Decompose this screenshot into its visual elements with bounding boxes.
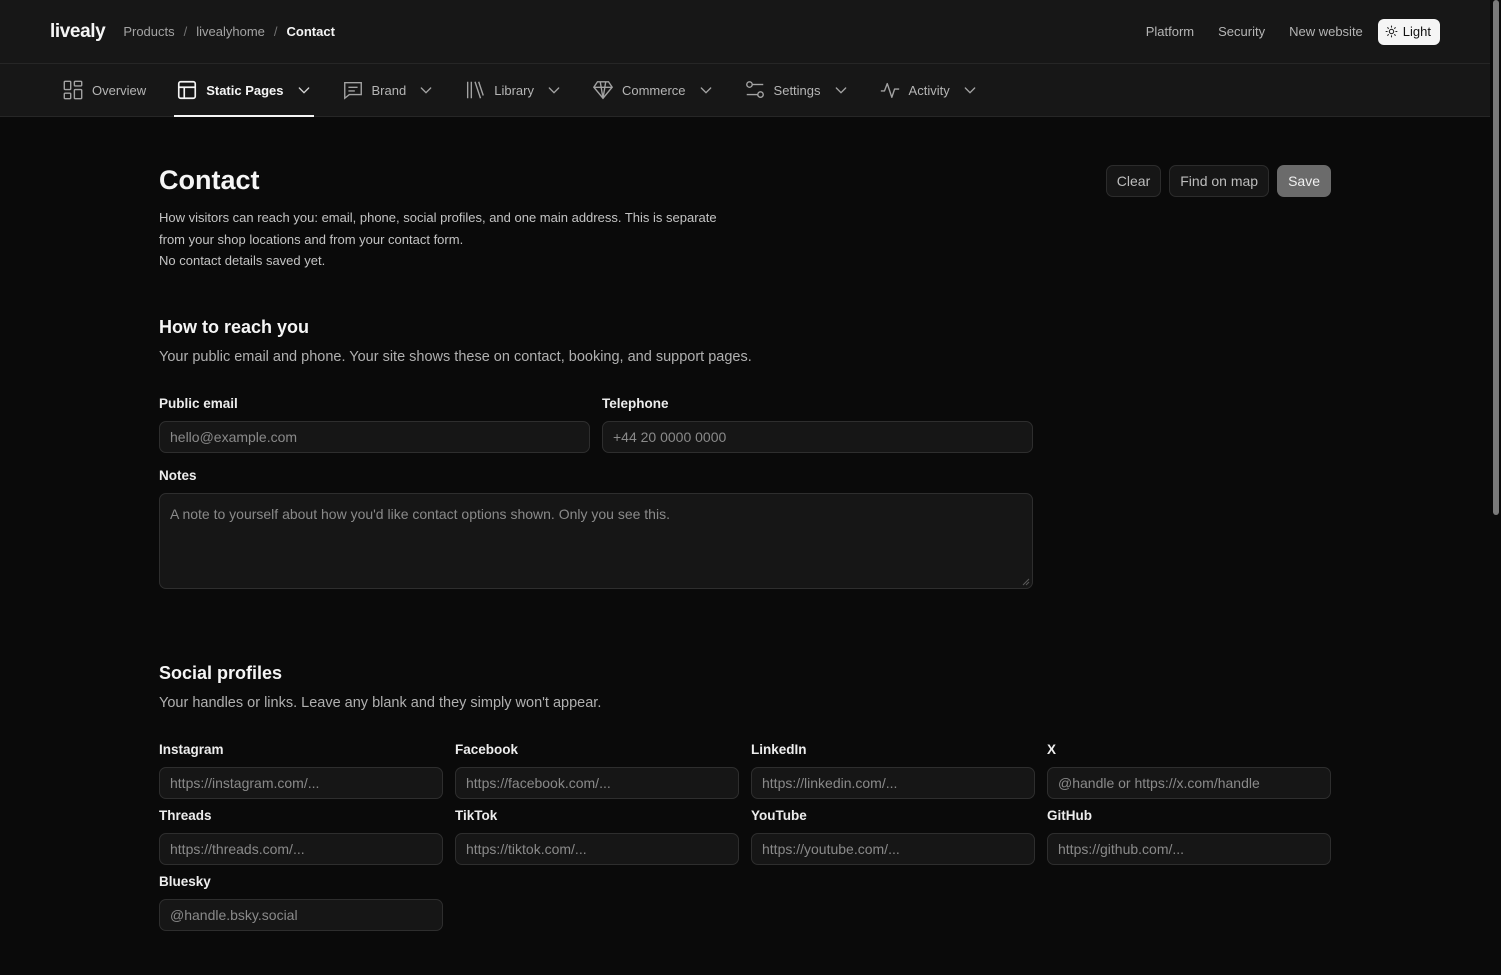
app-logo[interactable]: livealy bbox=[50, 21, 106, 43]
threads-label: Threads bbox=[159, 808, 212, 823]
page-description: How visitors can reach you: email, phone… bbox=[159, 207, 739, 272]
github-field-group: GitHub https://github.com/... bbox=[1047, 808, 1331, 865]
chevron-down-icon bbox=[700, 87, 711, 94]
diamond-icon bbox=[592, 81, 613, 100]
email-label: Public email bbox=[159, 396, 238, 411]
notes-label: Notes bbox=[159, 468, 197, 483]
github-field[interactable]: https://github.com/... bbox=[1047, 833, 1331, 865]
top-bar: livealy Products / livealyhome / Contact… bbox=[0, 0, 1490, 64]
telephone-field[interactable]: +44 20 0000 0000 bbox=[602, 421, 1033, 453]
chevron-down-icon bbox=[835, 87, 846, 94]
tab-label: Library bbox=[494, 82, 534, 98]
email-field-group: Public email hello@example.com bbox=[159, 396, 590, 453]
notes-textarea[interactable]: A note to yourself about how you'd like … bbox=[159, 493, 1033, 589]
bluesky-field[interactable]: @handle.bsky.social bbox=[159, 899, 443, 931]
facebook-label: Facebook bbox=[455, 742, 519, 757]
bluesky-label: Bluesky bbox=[159, 874, 211, 889]
tab-settings[interactable]: Settings bbox=[744, 64, 849, 116]
linkedin-field-group: LinkedIn https://linkedin.com/... bbox=[751, 742, 1035, 799]
youtube-label: YouTube bbox=[751, 808, 807, 823]
facebook-field-group: Facebook https://facebook.com/... bbox=[455, 742, 739, 799]
telephone-field-group: Telephone +44 20 0000 0000 bbox=[602, 396, 1033, 453]
resize-grip-icon[interactable] bbox=[1022, 578, 1030, 586]
top-nav: Platform Security New website Light bbox=[1146, 18, 1440, 45]
breadcrumb-separator: / bbox=[183, 24, 188, 39]
page-description-text: How visitors can reach you: email, phone… bbox=[159, 210, 717, 247]
facebook-field[interactable]: https://facebook.com/... bbox=[455, 767, 739, 799]
books-icon bbox=[467, 81, 485, 99]
layout-icon bbox=[178, 80, 197, 100]
chevron-down-icon bbox=[548, 87, 560, 94]
tab-label: Settings bbox=[773, 82, 821, 98]
scrollbar-thumb[interactable] bbox=[1493, 0, 1499, 515]
nav-security-link[interactable]: Security bbox=[1218, 24, 1265, 39]
section-title: Social profiles bbox=[159, 663, 283, 683]
section-description: Your handles or links. Leave any blank a… bbox=[159, 695, 602, 711]
tab-label: Static Pages bbox=[206, 82, 284, 98]
email-field[interactable]: hello@example.com bbox=[159, 421, 590, 453]
find-on-map-button[interactable]: Find on map bbox=[1169, 165, 1270, 197]
instagram-label: Instagram bbox=[159, 742, 224, 757]
chevron-down-icon bbox=[420, 87, 432, 94]
sun-icon bbox=[1385, 25, 1398, 38]
tab-overview[interactable]: Overview bbox=[62, 64, 146, 116]
tab-label: Activity bbox=[908, 82, 950, 98]
page-title: Contact bbox=[159, 165, 260, 195]
reach-section: How to reach you Your public email and p… bbox=[159, 317, 1033, 589]
nav-platform-link[interactable]: Platform bbox=[1146, 24, 1194, 39]
instagram-field[interactable]: https://instagram.com/... bbox=[159, 767, 443, 799]
tab-activity[interactable]: Activity bbox=[879, 64, 978, 116]
theme-toggle-label: Light bbox=[1402, 24, 1431, 39]
social-section: Social profiles Your handles or links. L… bbox=[159, 663, 1331, 931]
page-header: Contact How visitors can reach you: emai… bbox=[159, 117, 1331, 307]
notes-placeholder: A note to yourself about how you'd like … bbox=[170, 506, 670, 522]
tab-static-pages[interactable]: Static Pages bbox=[174, 64, 314, 117]
breadcrumb-site[interactable]: livealyhome bbox=[196, 24, 265, 39]
tab-brand[interactable]: Brand bbox=[342, 64, 435, 116]
tab-label: Commerce bbox=[621, 82, 686, 98]
message-lines-icon bbox=[343, 81, 362, 100]
telephone-label: Telephone bbox=[602, 396, 669, 411]
sliders-icon bbox=[745, 81, 764, 99]
github-label: GitHub bbox=[1047, 808, 1092, 823]
instagram-field-group: Instagram https://instagram.com/... bbox=[159, 742, 443, 799]
save-button[interactable]: Save bbox=[1277, 165, 1331, 197]
tab-label: Overview bbox=[92, 82, 147, 98]
threads-field[interactable]: https://threads.com/... bbox=[159, 833, 443, 865]
tiktok-field-group: TikTok https://tiktok.com/... bbox=[455, 808, 739, 865]
breadcrumb-current: Contact bbox=[286, 24, 335, 39]
pulse-icon bbox=[880, 82, 899, 99]
x-field[interactable]: @handle or https://x.com/handle bbox=[1047, 767, 1331, 799]
youtube-field-group: YouTube https://youtube.com/... bbox=[751, 808, 1035, 865]
theme-toggle-button[interactable]: Light bbox=[1377, 18, 1440, 45]
tab-label: Brand bbox=[371, 82, 407, 98]
bluesky-field-group: Bluesky @handle.bsky.social bbox=[159, 874, 443, 931]
main-content: Contact How visitors can reach you: emai… bbox=[159, 117, 1331, 931]
x-label: X bbox=[1047, 742, 1057, 757]
x-field-group: X @handle or https://x.com/handle bbox=[1047, 742, 1331, 799]
grid-icon bbox=[63, 80, 83, 100]
nav-new-website-link[interactable]: New website bbox=[1289, 24, 1363, 39]
chevron-down-icon bbox=[298, 87, 309, 94]
notes-field-group: Notes A note to yourself about how you'd… bbox=[159, 468, 1033, 589]
tab-commerce[interactable]: Commerce bbox=[592, 64, 714, 116]
section-tabs: Overview Static Pages Brand Library Comm… bbox=[0, 64, 1490, 117]
linkedin-field[interactable]: https://linkedin.com/... bbox=[751, 767, 1035, 799]
threads-field-group: Threads https://threads.com/... bbox=[159, 808, 443, 865]
tiktok-label: TikTok bbox=[455, 808, 498, 823]
section-description: Your public email and phone. Your site s… bbox=[159, 349, 752, 365]
section-title: How to reach you bbox=[159, 317, 310, 337]
tiktok-field[interactable]: https://tiktok.com/... bbox=[455, 833, 739, 865]
page-status: No contact details saved yet. bbox=[159, 253, 326, 268]
breadcrumb-separator: / bbox=[273, 24, 278, 39]
breadcrumb-products[interactable]: Products bbox=[123, 24, 174, 39]
page-actions: Clear Find on map Save bbox=[1105, 165, 1331, 197]
linkedin-label: LinkedIn bbox=[751, 742, 807, 757]
social-grid: Instagram https://instagram.com/... Facebo… bbox=[159, 742, 1331, 931]
clear-button[interactable]: Clear bbox=[1105, 165, 1162, 197]
youtube-field[interactable]: https://youtube.com/... bbox=[751, 833, 1035, 865]
tab-library[interactable]: Library bbox=[464, 64, 562, 116]
chevron-down-icon bbox=[964, 87, 976, 94]
